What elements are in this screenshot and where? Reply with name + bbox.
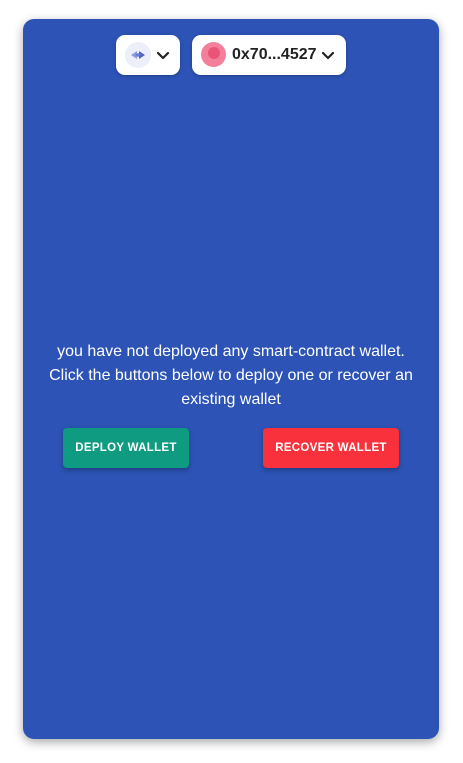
- no-wallet-message: you have not deployed any smart-contract…: [49, 343, 413, 408]
- chevron-down-icon: [321, 48, 335, 62]
- deploy-wallet-button[interactable]: DEPLOY WALLET: [63, 428, 189, 468]
- ethereum-icon: [125, 42, 151, 68]
- wallet-card: 0x70...4527 you have not deployed any sm…: [23, 19, 439, 739]
- chevron-down-icon: [156, 48, 170, 62]
- avatar: [201, 42, 226, 67]
- network-selector[interactable]: [116, 35, 180, 75]
- account-address: 0x70...4527: [232, 46, 317, 63]
- recover-wallet-button[interactable]: RECOVER WALLET: [263, 428, 399, 468]
- account-selector[interactable]: 0x70...4527: [192, 35, 346, 75]
- header-bar: 0x70...4527: [23, 35, 439, 75]
